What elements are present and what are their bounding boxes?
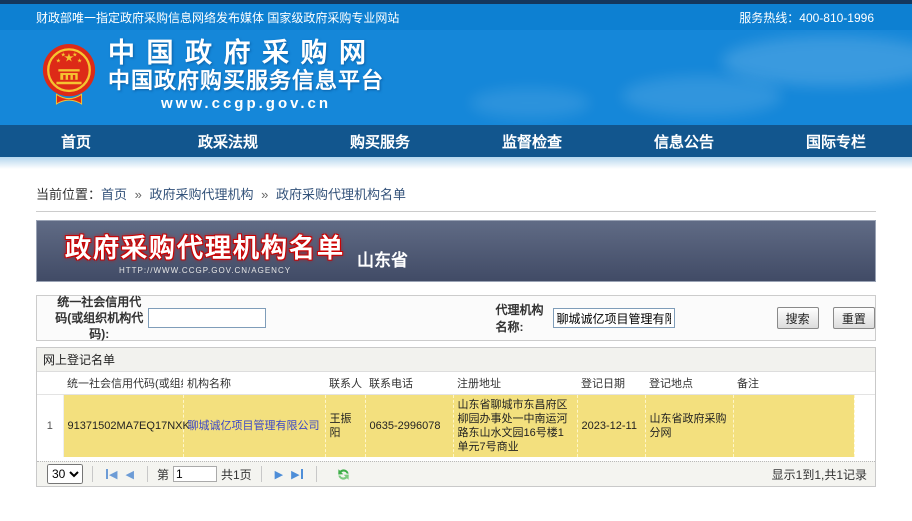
cell-trailing	[854, 395, 875, 458]
divider	[36, 211, 876, 212]
breadcrumb-separator: »	[135, 187, 142, 202]
cell-index: 1	[37, 395, 63, 458]
col-reg-date: 登记日期	[577, 372, 645, 395]
banner-title-block: 政府采购代理机构名单 HTTP://WWW.CCGP.GOV.CN/AGENCY	[65, 228, 345, 275]
cell-phone: 0635-2996078	[365, 395, 453, 458]
cell-reg-place: 山东省政府采购分网	[645, 395, 733, 458]
agency-link[interactable]: 聊城诚亿项目管理有限公司	[188, 420, 320, 432]
site-logo[interactable]: ★ ★ ★ ★ ★ 中 国 政 府 采 购 网 中国政府购买服务信息平台	[40, 38, 384, 114]
cell-credit-code: 91371502MA7EQ17NXK	[63, 395, 183, 458]
brand-text: 中 国 政 府 采 购 网 中国政府购买服务信息平台 www.ccgp.gov.…	[108, 38, 384, 114]
section-title: 网上登记名单	[37, 348, 875, 372]
topbar-slogan: 财政部唯一指定政府采购信息网络发布媒体 国家级政府采购专业网站	[36, 9, 399, 26]
agency-name-label: 代理机构名称:	[496, 301, 547, 335]
col-agency-name: 机构名称	[183, 372, 325, 395]
col-address: 注册地址	[453, 372, 577, 395]
topbar: 财政部唯一指定政府采购信息网络发布媒体 国家级政府采购专业网站 服务热线：400…	[0, 4, 912, 30]
last-page-button[interactable]: ▶	[291, 468, 302, 481]
cloud-decoration	[722, 36, 912, 86]
pager-divider	[261, 466, 262, 482]
site-subtitle: 中国政府购买服务信息平台	[108, 68, 384, 94]
page: 财政部唯一指定政府采购信息网络发布媒体 国家级政府采购专业网站 服务热线：400…	[0, 0, 912, 521]
page-size-select[interactable]: 30	[47, 464, 83, 484]
banner-province: 山东省	[357, 246, 408, 271]
svg-text:★: ★	[61, 51, 66, 58]
search-panel: 统一社会信用代码(或组织机构代码): 代理机构名称: 搜索 重置	[36, 295, 876, 341]
cell-address: 山东省聊城市东昌府区柳园办事处一中南运河路东山水文园16号楼1单元7号商业	[453, 395, 577, 458]
breadcrumb-separator: »	[261, 187, 268, 202]
page-total-label: 共1页	[221, 466, 252, 483]
credit-code-input[interactable]	[148, 308, 266, 328]
search-button[interactable]: 搜索	[777, 307, 819, 329]
breadcrumb-agencies[interactable]: 政府采购代理机构	[150, 187, 254, 202]
col-contact: 联系人	[325, 372, 365, 395]
national-emblem-icon: ★ ★ ★ ★ ★	[40, 40, 98, 113]
agency-name-input[interactable]	[553, 308, 675, 328]
refresh-icon[interactable]	[336, 467, 351, 482]
banner-title: 政府采购代理机构名单	[65, 228, 345, 265]
nav-item-international[interactable]: 国际专栏	[760, 125, 912, 157]
nav-item-purchase-service[interactable]: 购买服务	[304, 125, 456, 157]
results-table: 统一社会信用代码(或组织 机构名称 联系人 联系电话 注册地址 登记日期 登记地…	[37, 372, 875, 457]
breadcrumb-home[interactable]: 首页	[101, 187, 127, 202]
col-reg-place: 登记地点	[645, 372, 733, 395]
col-credit-code: 统一社会信用代码(或组织	[63, 372, 183, 395]
credit-code-label: 统一社会信用代码(或组织机构代码):	[55, 294, 144, 343]
site-url: www.ccgp.gov.cn	[108, 94, 384, 114]
site-title: 中 国 政 府 采 购 网	[108, 38, 384, 68]
nav-item-home[interactable]: 首页	[0, 125, 152, 157]
pager-divider	[316, 466, 317, 482]
first-page-button[interactable]: ◀	[106, 468, 117, 481]
table-row: 1 91371502MA7EQ17NXK 聊城诚亿项目管理有限公司 王振阳 06…	[37, 395, 875, 458]
page-prefix-label: 第	[157, 466, 169, 483]
cloud-decoration	[470, 88, 590, 118]
cell-reg-date: 2023-12-11	[577, 395, 645, 458]
cell-remark	[733, 395, 854, 458]
col-phone: 联系电话	[365, 372, 453, 395]
results-box: 网上登记名单 统一社会信用代码(或组织 机构名称 联系人 联系电话 注册地址 登…	[36, 347, 876, 487]
nav-item-regulations[interactable]: 政采法规	[152, 125, 304, 157]
main-nav: 首页 政采法规 购买服务 监督检查 信息公告 国际专栏	[0, 125, 912, 157]
cloud-decoration	[622, 76, 782, 116]
hotline-text: 服务热线：400-810-1996	[739, 9, 874, 26]
col-index	[37, 372, 63, 395]
site-header: ★ ★ ★ ★ ★ 中 国 政 府 采 购 网 中国政府购买服务信息平台	[0, 30, 912, 125]
pagination-bar: 30 ◀ ◀ 第 共1页 ▶ ▶ 显示1到1,共1记录	[37, 461, 875, 486]
pager-divider	[147, 466, 148, 482]
table-header-row: 统一社会信用代码(或组织 机构名称 联系人 联系电话 注册地址 登记日期 登记地…	[37, 372, 875, 395]
page-number-input[interactable]	[173, 466, 217, 482]
reset-button[interactable]: 重置	[833, 307, 875, 329]
svg-text:★: ★	[77, 57, 82, 64]
next-page-button[interactable]: ▶	[275, 468, 283, 481]
nav-fade-strip	[0, 157, 912, 169]
nav-item-supervision[interactable]: 监督检查	[456, 125, 608, 157]
record-summary: 显示1到1,共1记录	[772, 466, 867, 483]
col-remark: 备注	[733, 372, 854, 395]
breadcrumb: 当前位置：首页 » 政府采购代理机构 » 政府采购代理机构名单	[36, 184, 876, 203]
page-banner: 政府采购代理机构名单 HTTP://WWW.CCGP.GOV.CN/AGENCY…	[36, 220, 876, 282]
breadcrumb-agency-list[interactable]: 政府采购代理机构名单	[276, 187, 406, 202]
pager-divider	[92, 466, 93, 482]
nav-item-announcements[interactable]: 信息公告	[608, 125, 760, 157]
col-trailing	[854, 372, 875, 395]
prev-page-button[interactable]: ◀	[125, 468, 133, 481]
banner-url-caption: HTTP://WWW.CCGP.GOV.CN/AGENCY	[65, 266, 345, 275]
breadcrumb-prefix: 当前位置：	[36, 187, 101, 202]
cell-contact: 王振阳	[325, 395, 365, 458]
